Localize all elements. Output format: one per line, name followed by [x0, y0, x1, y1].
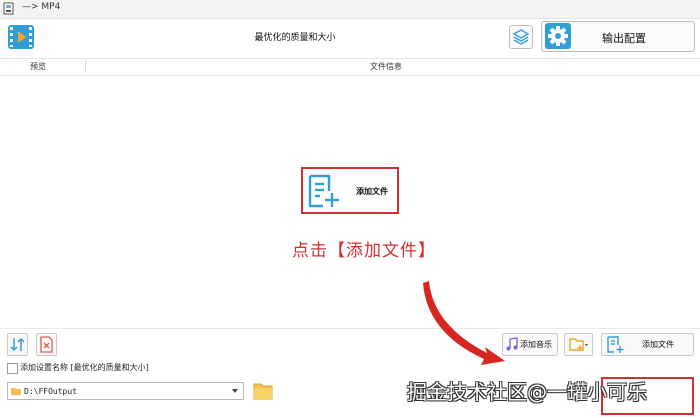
- file-list-header: [0, 58, 700, 76]
- column-divider: [85, 60, 86, 73]
- sort-button[interactable]: [7, 333, 28, 356]
- video-format-icon: [8, 25, 34, 49]
- delete-file-icon: [40, 336, 53, 353]
- folder-icon: [11, 388, 21, 395]
- preset-name-checkbox[interactable]: [7, 363, 18, 374]
- chevron-down-icon: [232, 389, 238, 393]
- add-file-button[interactable]: 添加文件: [601, 333, 694, 356]
- instruction-text: 点击【添加文件】: [292, 241, 436, 261]
- preset-name-label: 添加设置名称 [最优化的质量和大小]: [20, 363, 149, 372]
- add-file-icon: [308, 174, 339, 208]
- layers-button[interactable]: [509, 25, 533, 49]
- gear-icon: [545, 23, 571, 49]
- add-file-label: 添加文件: [642, 340, 674, 349]
- add-file-icon: [607, 336, 624, 353]
- column-file-info: 文件信息: [370, 62, 402, 71]
- red-arrow-annotation: [423, 281, 505, 365]
- toolbar-divider: [0, 328, 700, 329]
- output-settings-button[interactable]: 输出配置: [541, 21, 695, 52]
- add-music-label: 添加音乐: [520, 340, 552, 349]
- add-folder-button[interactable]: [564, 333, 593, 356]
- sort-icon: [10, 337, 25, 352]
- preset-title: 最优化的质量和大小: [254, 33, 336, 43]
- output-folder-select[interactable]: D:\FFOutput: [7, 382, 244, 400]
- app-icon: [3, 2, 14, 15]
- center-add-file-label: 添加文件: [356, 187, 388, 196]
- browse-folder-button[interactable]: [253, 381, 273, 400]
- column-preview: 预览: [30, 62, 46, 71]
- window-title: —> MP4: [22, 2, 61, 12]
- watermark-text: 掘金技术社区@一罐小可乐: [407, 380, 647, 404]
- title-bar: [0, 0, 700, 19]
- add-folder-icon: [569, 338, 588, 351]
- layers-icon: [512, 29, 530, 45]
- output-folder-value: D:\FFOutput: [24, 387, 77, 396]
- center-add-file-button[interactable]: 添加文件: [301, 167, 399, 214]
- clear-list-button[interactable]: [36, 333, 57, 356]
- output-settings-label: 输出配置: [602, 32, 646, 45]
